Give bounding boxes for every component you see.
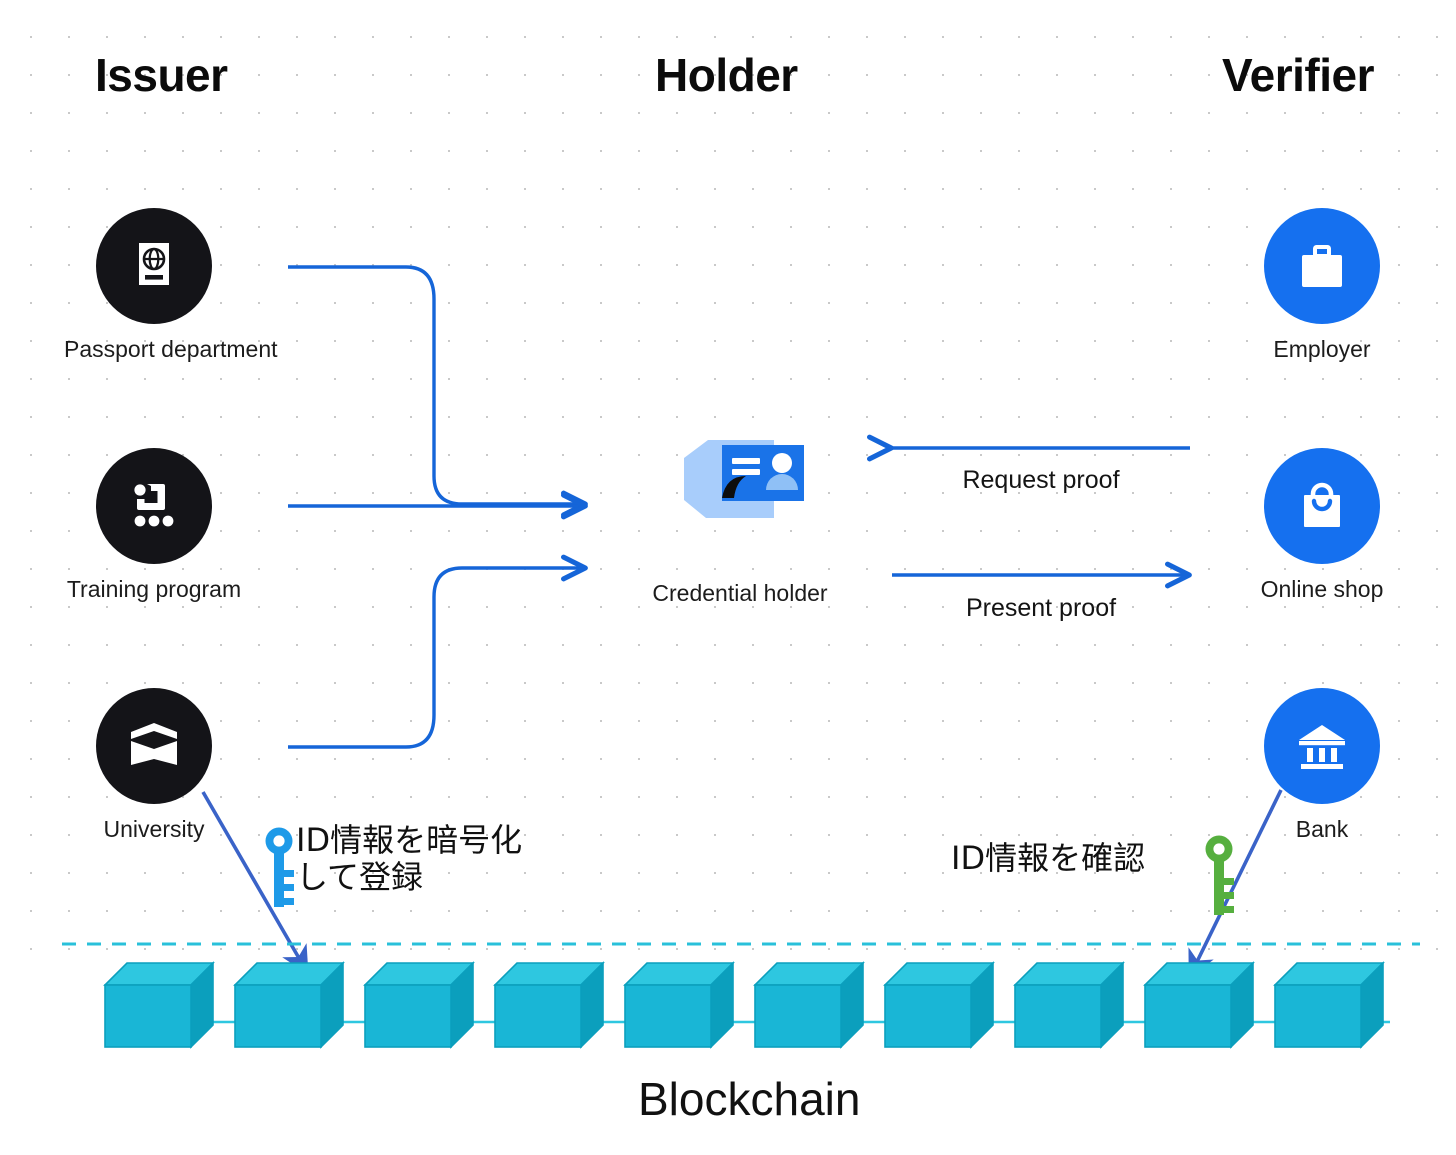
actor-training-program[interactable]: Training program <box>64 448 244 603</box>
note-verify-text: ID情報を確認 <box>951 839 1146 877</box>
note-register-text: ID情報を暗号化 して登録 <box>296 821 523 896</box>
actor-university[interactable]: University <box>64 688 244 843</box>
blockchain-label: Blockchain <box>638 1073 861 1125</box>
actor-online-shop[interactable]: Online shop <box>1232 448 1412 603</box>
bank-building-icon <box>1299 725 1345 769</box>
actor-bank[interactable]: Bank <box>1232 688 1412 843</box>
graduation-cap-icon <box>131 723 177 765</box>
actor-label: Bank <box>1295 816 1349 842</box>
training-icon <box>134 484 174 527</box>
bank-disc <box>1264 688 1380 804</box>
flow-label-present-proof: Present proof <box>965 594 1117 622</box>
actor-employer[interactable]: Employer <box>1232 208 1412 363</box>
passport-department-disc <box>96 208 212 324</box>
key-icon-blue <box>265 827 294 907</box>
university-disc <box>96 688 212 804</box>
column-title-issuer: Issuer <box>95 49 228 101</box>
column-title-verifier: Verifier <box>1222 49 1375 101</box>
actor-label: Passport department <box>64 336 278 362</box>
actor-passport-department[interactable]: Passport department <box>64 208 278 363</box>
key-icon-green <box>1205 835 1234 915</box>
actor-label: Training program <box>66 576 242 602</box>
diagram-canvas: Issuer Holder Verifier Passport departme… <box>0 0 1456 1155</box>
connector-university-to-holder <box>288 554 588 749</box>
column-title-holder: Holder <box>655 49 798 101</box>
employer-disc <box>1264 208 1380 324</box>
holder-credential-holder[interactable]: Credential holder <box>590 440 890 607</box>
flow-label-request-proof: Request proof <box>962 466 1120 494</box>
actor-label: University <box>103 816 205 842</box>
training-program-disc <box>96 448 212 564</box>
holder-label: Credential holder <box>652 580 828 606</box>
online-shop-disc <box>1264 448 1380 564</box>
id-card-in-hand-icon <box>684 440 804 518</box>
briefcase-icon <box>1302 245 1342 287</box>
connector-passport-to-holder <box>288 265 588 518</box>
actor-label: Online shop <box>1260 576 1384 602</box>
actor-label: Employer <box>1273 336 1371 362</box>
passport-icon <box>139 243 169 285</box>
shopping-bag-icon <box>1304 482 1340 527</box>
